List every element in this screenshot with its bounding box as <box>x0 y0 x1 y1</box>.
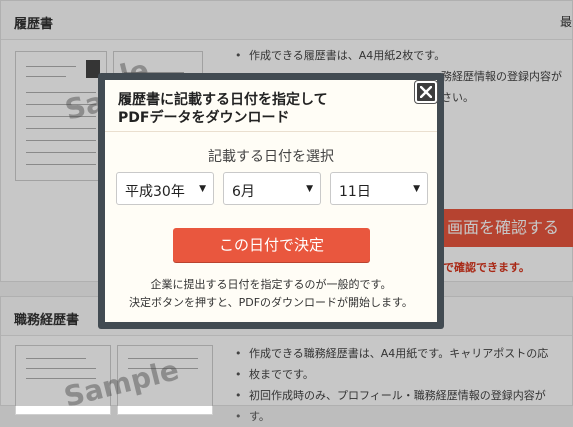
month-select-value: 6月 <box>232 184 255 200</box>
modal-title-line1: 履歴書に記載する日付を指定して <box>118 92 328 108</box>
close-icon <box>420 86 432 98</box>
note-line-1: 企業に提出する日付を指定するのが一般的です。 <box>150 278 392 291</box>
select-date-label: 記載する日付を選択 <box>208 149 334 165</box>
day-select-value: 11日 <box>339 184 371 200</box>
note-line-2: 決定ボタンを押すと、PDFのダウンロードが開始します。 <box>129 296 413 309</box>
day-select[interactable]: 11日 ▼ <box>330 172 428 205</box>
year-select-value: 平成30年 <box>125 184 185 200</box>
modal-panel: 履歴書に記載する日付を指定して PDFデータをダウンロード 記載する日付を選択 … <box>105 80 437 322</box>
modal-divider <box>105 131 437 132</box>
date-select-modal: 履歴書に記載する日付を指定して PDFデータをダウンロード 記載する日付を選択 … <box>98 73 444 329</box>
close-button[interactable] <box>415 81 437 103</box>
modal-title: 履歴書に記載する日付を指定して PDFデータをダウンロード <box>118 91 328 127</box>
modal-title-line2: PDFデータをダウンロード <box>118 110 290 126</box>
caret-down-icon: ▼ <box>306 184 313 194</box>
caret-down-icon: ▼ <box>413 184 420 194</box>
list-item: す。 <box>235 406 548 427</box>
month-select[interactable]: 6月 ▼ <box>223 172 321 205</box>
caret-down-icon: ▼ <box>199 184 206 194</box>
year-select[interactable]: 平成30年 ▼ <box>116 172 214 205</box>
decide-date-button[interactable]: この日付で決定 <box>173 228 370 262</box>
